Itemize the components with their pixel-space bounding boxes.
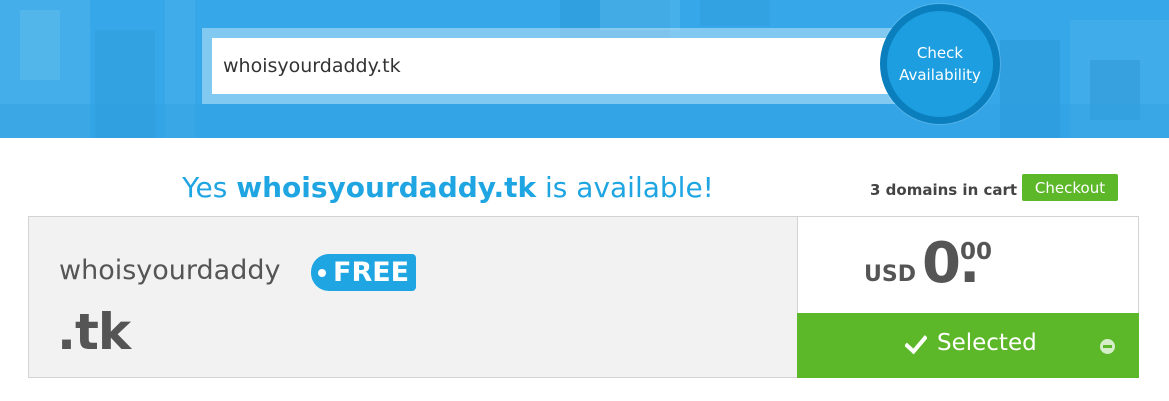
domain-tld: .tk <box>57 303 131 361</box>
free-badge-label: FREE <box>333 257 410 288</box>
check-availability-label-line2: Availability <box>899 66 981 84</box>
domain-result-card: whoisyourdaddy FREE .tk USD 0. 00 Select… <box>28 216 1139 378</box>
domain-name: whoisyourdaddy <box>59 255 281 286</box>
minus-circle-icon[interactable] <box>1100 339 1115 354</box>
selected-button[interactable]: Selected <box>797 313 1139 378</box>
domain-search-input[interactable] <box>212 38 902 94</box>
check-availability-label-line1: Check <box>916 44 964 62</box>
selected-label: Selected <box>937 330 1037 356</box>
availability-domain: whoisyourdaddy.tk <box>236 171 537 204</box>
price-currency: USD <box>864 262 916 287</box>
check-availability-button[interactable]: Check Availability <box>880 4 1000 124</box>
price-panel: USD 0. 00 <box>797 216 1139 313</box>
check-icon <box>905 335 927 355</box>
tag-hole-icon <box>318 269 326 277</box>
availability-suffix: is available! <box>545 171 714 204</box>
cart-count: 3 domains in cart <box>870 181 1018 199</box>
price-cents: 00 <box>960 239 993 265</box>
free-badge: FREE <box>311 254 417 291</box>
availability-message: Yes whoisyourdaddy.tk is available! <box>0 171 896 204</box>
checkout-button[interactable]: Checkout <box>1022 174 1118 201</box>
availability-prefix: Yes <box>182 171 228 204</box>
